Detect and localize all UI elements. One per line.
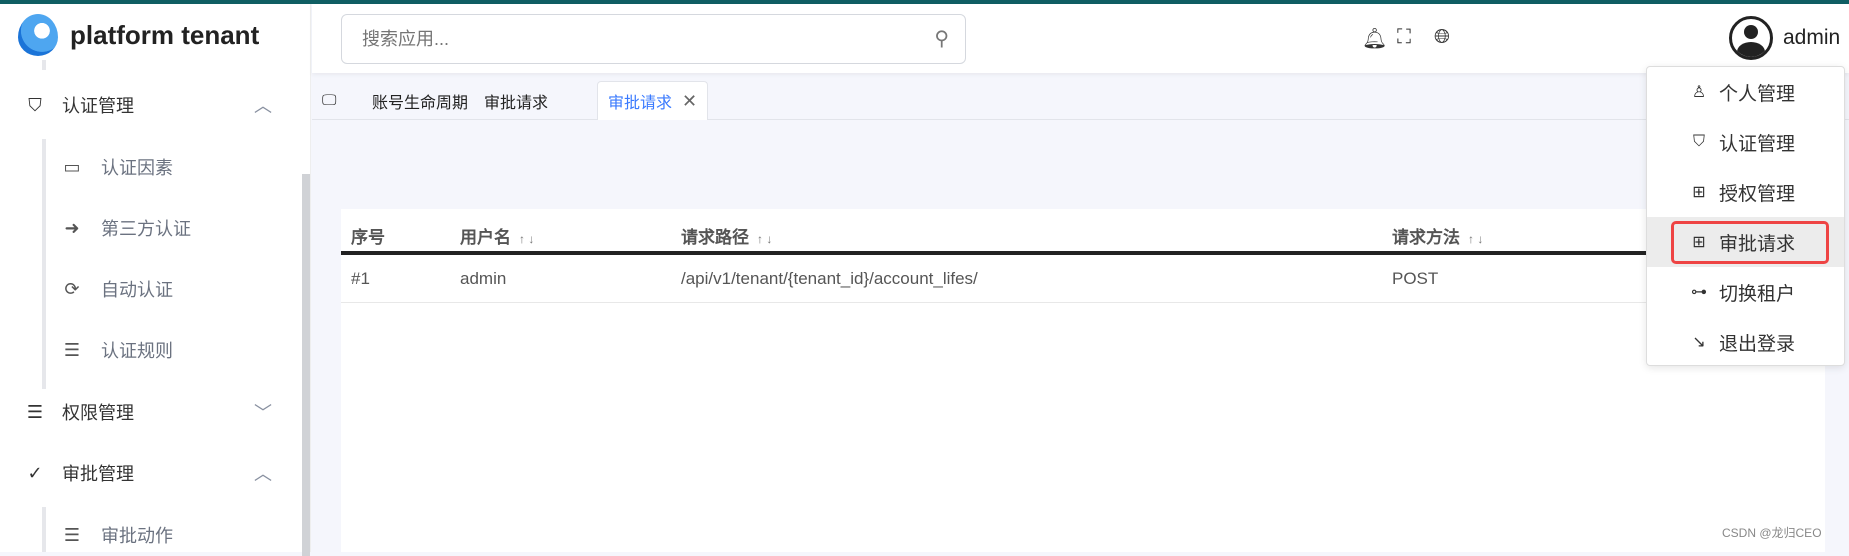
calendar-icon: ▭ [63, 156, 81, 177]
sidebar-item-auto-auth[interactable]: ⟳ 自动认证 [0, 269, 300, 309]
grid-icon: ⊞ [1692, 234, 1706, 251]
bell-icon[interactable]: 🔔︎ [1362, 26, 1387, 51]
arrow-circle-right-icon: ➜ [64, 217, 80, 238]
tab-account-lifecycle[interactable]: 账号生命周期 [362, 81, 478, 120]
globe-icon[interactable]: 🌐︎ [1434, 26, 1450, 49]
check-circle-icon: ✓ [27, 462, 43, 483]
cell-index: #1 [351, 269, 370, 288]
approval-table: 序号 用户名 ↑ ↓ 请求路径 ↑ ↓ 请求方法 ↑ ↓ #1 admin /api/… [341, 209, 1825, 552]
menu-item-label: 个人管理 [1719, 83, 1796, 105]
menu-item-label: 切换租户 [1719, 283, 1796, 305]
chevron-up-icon: ︿ [254, 464, 272, 484]
tab-label: 账号生命周期 [372, 94, 469, 112]
header: ⚲ 🔔︎ ⛶ 🌐︎ admin [312, 4, 1849, 73]
menu-item-switch-tenant[interactable]: ⊶ 切换租户 [1647, 267, 1844, 317]
menu-item-profile[interactable]: ♙ 个人管理 [1647, 67, 1844, 117]
submenu-line [42, 60, 46, 70]
menu-item-logout[interactable]: ↘ 退出登录 [1647, 317, 1844, 367]
sidebar-item-approval-management[interactable]: ✓ 审批管理 ︿ [0, 453, 300, 493]
menu-item-label: 授权管理 [1719, 183, 1796, 205]
grid-icon: ⊞ [1692, 184, 1706, 201]
sidebar-item-label: 第三方认证 [101, 219, 191, 239]
column-header-path[interactable]: 请求路径 ↑ ↓ [681, 223, 772, 248]
sidebar-item-auth-rules[interactable]: ☰ 认证规则 [0, 330, 300, 370]
column-header-index: 序号 [351, 228, 385, 247]
tab-bar: 🖵︎ 账号生命周期 审批请求 审批请求 ✕ [312, 73, 1849, 120]
search-icon[interactable]: ⚲ [934, 26, 949, 51]
sort-icon[interactable]: ↑ ↓ [757, 232, 772, 246]
list-icon: ☰ [63, 524, 81, 545]
tab-label: 审批请求 [484, 94, 549, 112]
watermark: CSDN @龙归CEO [1722, 526, 1822, 540]
avatar[interactable] [1729, 16, 1773, 60]
sidebar-item-label: 认证管理 [62, 96, 134, 116]
close-icon[interactable]: ✕ [682, 91, 697, 112]
search-box[interactable]: ⚲ [341, 14, 966, 64]
menu-item-label: 退出登录 [1719, 333, 1796, 355]
monitor-icon[interactable]: 🖵︎ [312, 81, 346, 120]
list-icon: ☰ [26, 401, 44, 422]
sidebar-scrollbar[interactable] [302, 174, 310, 556]
column-header-method[interactable]: 请求方法 ↑ ↓ [1392, 223, 1483, 248]
menu-item-label: 审批请求 [1719, 233, 1796, 255]
tab-label: 审批请求 [608, 95, 673, 112]
logo-icon [18, 14, 58, 56]
logout-icon: ↘ [1692, 334, 1706, 351]
logo[interactable]: platform tenant [18, 14, 259, 56]
cell-method: POST [1392, 269, 1439, 288]
chevron-up-icon: ︿ [254, 96, 272, 116]
sidebar-item-auth-factor[interactable]: ▭ 认证因素 [0, 147, 300, 187]
cell-username: admin [460, 269, 507, 288]
user-menu: ♙ 个人管理 ⛉ 认证管理 ⊞ 授权管理 ⊞ 审批请求 ⊶ 切换租户 ↘ 退出登录 [1646, 66, 1845, 366]
sidebar-item-auth-management[interactable]: ⛉ 认证管理 ︿ [0, 85, 300, 125]
menu-item-approval-request[interactable]: ⊞ 审批请求 [1647, 217, 1844, 267]
table-header: 序号 用户名 ↑ ↓ 请求路径 ↑ ↓ 请求方法 ↑ ↓ [341, 209, 1825, 255]
menu-item-authorization[interactable]: ⊞ 授权管理 [1647, 167, 1844, 217]
menu-item-auth-management[interactable]: ⛉ 认证管理 [1647, 117, 1844, 167]
username[interactable]: admin [1783, 26, 1840, 50]
toggle-icon: ⊶ [1691, 284, 1707, 301]
sort-icon[interactable]: ↑ ↓ [1468, 232, 1483, 246]
sidebar: platform tenant ⛉ 认证管理 ︿ ▭ 认证因素 ➜ 第三方认证 … [0, 4, 311, 556]
sidebar-item-third-party-auth[interactable]: ➜ 第三方认证 [0, 208, 300, 248]
shield-check-icon: ⛉ [1692, 133, 1705, 150]
sidebar-item-label: 认证因素 [101, 158, 173, 178]
tab-approval-request[interactable]: 审批请求 [474, 81, 558, 120]
sidebar-item-label: 审批动作 [101, 526, 173, 546]
sidebar-item-label: 审批管理 [62, 464, 134, 484]
chevron-down-icon: ﹀ [254, 403, 272, 423]
sidebar-item-permission-management[interactable]: ☰ 权限管理 ﹀ [0, 392, 300, 432]
cell-path: /api/v1/tenant/{tenant_id}/account_lifes… [681, 269, 978, 288]
sort-icon[interactable]: ↑ ↓ [519, 232, 534, 246]
fullscreen-icon[interactable]: ⛶ [1397, 26, 1411, 49]
tab-approval-request-active[interactable]: 审批请求 ✕ [597, 81, 709, 120]
shield-check-icon: ⛉ [28, 94, 42, 115]
app-title: platform tenant [70, 19, 260, 50]
refresh-icon: ⟳ [64, 278, 80, 299]
list-icon: ☰ [63, 339, 81, 360]
table-row[interactable]: #1 admin /api/v1/tenant/{tenant_id}/acco… [341, 255, 1825, 303]
sidebar-item-approval-actions[interactable]: ☰ 审批动作 [0, 515, 300, 555]
user-icon: ♙ [1691, 84, 1707, 101]
sidebar-item-label: 自动认证 [101, 280, 173, 300]
sidebar-item-label: 权限管理 [62, 403, 134, 423]
menu-item-label: 认证管理 [1719, 133, 1796, 155]
sidebar-item-label: 认证规则 [101, 341, 173, 361]
column-header-username[interactable]: 用户名 ↑ ↓ [460, 223, 534, 248]
search-input[interactable] [362, 28, 902, 50]
